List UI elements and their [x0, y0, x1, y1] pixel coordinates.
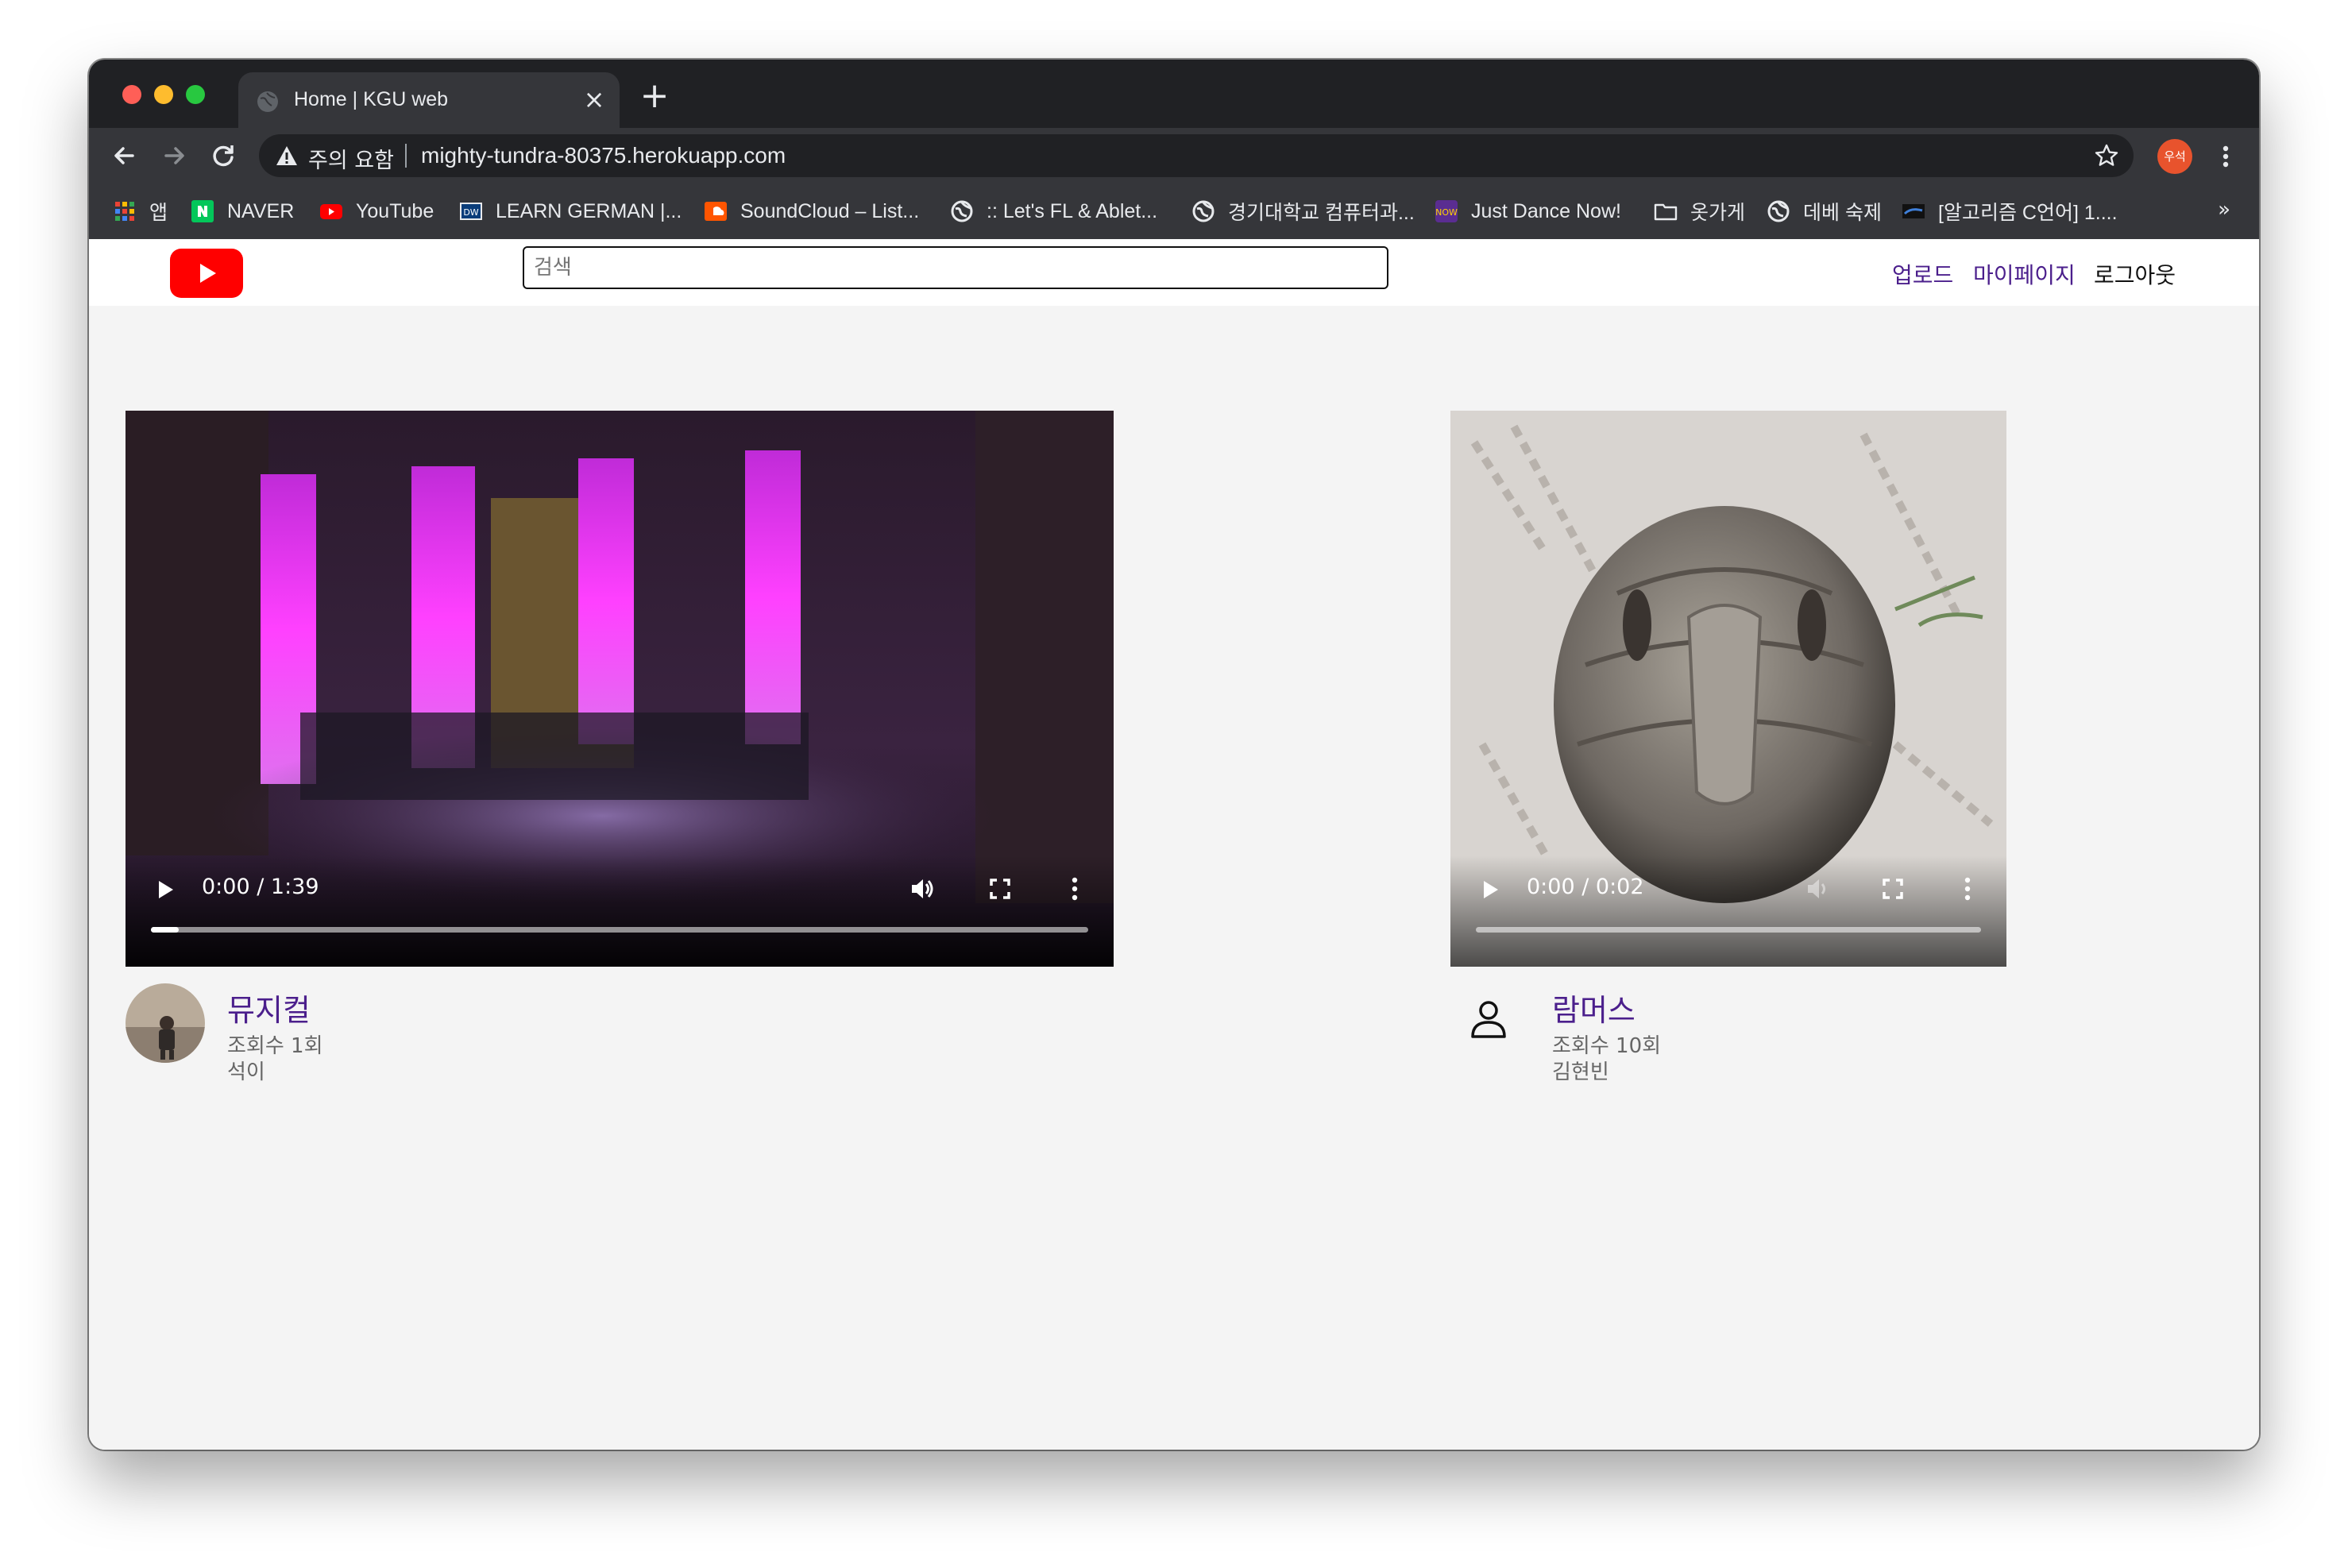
browser-menu-icon[interactable]	[2218, 139, 2234, 174]
tab-home[interactable]: Home | KGU web ×	[238, 72, 620, 128]
avatar[interactable]	[126, 983, 205, 1063]
browser-window: Home | KGU web × + 주의 요함 mighty-tundra-8…	[89, 60, 2259, 1450]
browser-toolbar: 주의 요함 mighty-tundra-80375.herokuapp.com …	[89, 128, 2259, 183]
view-count: 조회수 10회	[1552, 1034, 1662, 1058]
zoom-window-button[interactable]	[186, 85, 205, 104]
site-logo[interactable]	[170, 249, 243, 298]
play-logo-icon	[200, 264, 216, 283]
more-bookmarks-icon[interactable]: »	[2218, 198, 2230, 222]
user-icon[interactable]	[1466, 997, 1511, 1041]
new-tab-button[interactable]: +	[637, 79, 672, 114]
video-progress-bar[interactable]	[1476, 927, 1981, 933]
justdance-icon: NOW	[1435, 200, 1458, 222]
search-input[interactable]	[523, 246, 1388, 289]
bookmark-lets-fl[interactable]: :: Let's FL & Ablet...	[950, 198, 1157, 225]
nav-mypage-link[interactable]: 마이페이지	[1973, 258, 2076, 290]
security-status-label[interactable]: 주의 요함	[308, 143, 394, 174]
bookmark-soundcloud[interactable]: SoundCloud – List...	[704, 198, 919, 225]
video-time: 0:00 / 0:02	[1527, 875, 1644, 899]
globe-icon	[951, 200, 973, 222]
globe-icon	[1767, 200, 1790, 222]
youtube-icon	[320, 204, 342, 219]
tab-strip: Home | KGU web × +	[89, 60, 2259, 128]
reload-icon[interactable]	[205, 137, 241, 174]
fullscreen-icon[interactable]	[1879, 875, 1906, 902]
profile-avatar[interactable]: 우석	[2157, 139, 2192, 174]
video-title[interactable]: 람머스	[1552, 986, 1635, 1029]
bookmark-apps[interactable]: 앱	[113, 198, 168, 225]
web-page: 업로드 마이페이지 로그아웃	[89, 239, 2259, 1450]
back-icon[interactable]	[106, 137, 143, 174]
close-tab-icon[interactable]: ×	[580, 85, 608, 114]
address-bar[interactable]: 주의 요함 mighty-tundra-80375.herokuapp.com	[259, 134, 2134, 177]
volume-muted-icon[interactable]	[1805, 875, 1832, 902]
video-player-armadillo[interactable]: 0:00 / 0:02	[1450, 411, 2006, 967]
fullscreen-icon[interactable]	[987, 875, 1014, 902]
bookmarks-bar: 앱 NAVER YouTube DW LEARN GERMAN |... Sou…	[89, 183, 2259, 241]
warning-icon[interactable]	[275, 144, 299, 168]
bookmark-star-icon[interactable]	[2092, 141, 2121, 170]
view-count: 조회수 1회	[227, 1034, 323, 1058]
more-options-icon[interactable]	[1061, 875, 1088, 902]
minimize-window-button[interactable]	[154, 85, 173, 104]
nav-logout-link[interactable]: 로그아웃	[2094, 258, 2176, 290]
tab-title: Home | KGU web	[294, 88, 449, 110]
bookmark-just-dance[interactable]: NOW Just Dance Now!	[1435, 198, 1621, 225]
globe-icon	[1192, 200, 1215, 222]
site-icon	[1902, 204, 1925, 218]
play-icon[interactable]	[1482, 879, 1500, 900]
video-title[interactable]: 뮤지컬	[227, 986, 311, 1029]
bookmark-naver[interactable]: NAVER	[191, 198, 294, 225]
author-name: 석이	[227, 1060, 265, 1084]
url-text[interactable]: mighty-tundra-80375.herokuapp.com	[421, 143, 786, 168]
video-time: 0:00 / 1:39	[202, 875, 319, 899]
apps-grid-icon	[115, 202, 134, 221]
bookmark-learn-german[interactable]: DW LEARN GERMAN |...	[459, 198, 682, 225]
bookmark-kgu-cs[interactable]: 경기대학교 컴퓨터과...	[1191, 198, 1415, 225]
naver-icon	[191, 200, 214, 222]
forward-icon[interactable]	[156, 137, 192, 174]
dw-icon: DW	[460, 203, 482, 220]
soundcloud-icon	[705, 202, 727, 221]
site-header: 업로드 마이페이지 로그아웃	[89, 239, 2259, 306]
volume-icon[interactable]	[909, 875, 936, 902]
bookmark-db-homework[interactable]: 데베 숙제	[1767, 198, 1882, 225]
author-name: 김현빈	[1552, 1060, 1609, 1084]
close-window-button[interactable]	[122, 85, 141, 104]
svg-text:NOW: NOW	[1435, 207, 1458, 218]
nav-upload-link[interactable]: 업로드	[1892, 258, 1953, 290]
address-divider	[405, 144, 407, 168]
globe-icon	[257, 91, 278, 112]
video-player-musical[interactable]: 0:00 / 1:39	[126, 411, 1114, 967]
video-progress-fill	[151, 927, 180, 933]
bookmark-folder-clothes[interactable]: 옷가게	[1654, 198, 1745, 225]
avatar-photo	[126, 983, 205, 1063]
svg-text:DW: DW	[463, 207, 478, 218]
folder-icon	[1654, 203, 1678, 221]
play-icon[interactable]	[157, 879, 175, 900]
more-options-icon[interactable]	[1954, 875, 1981, 902]
bookmark-algorithm-c[interactable]: [알고리즘 C언어] 1....	[1902, 198, 2118, 225]
video-progress-bar[interactable]	[151, 927, 1088, 933]
bookmark-youtube[interactable]: YouTube	[319, 198, 434, 225]
